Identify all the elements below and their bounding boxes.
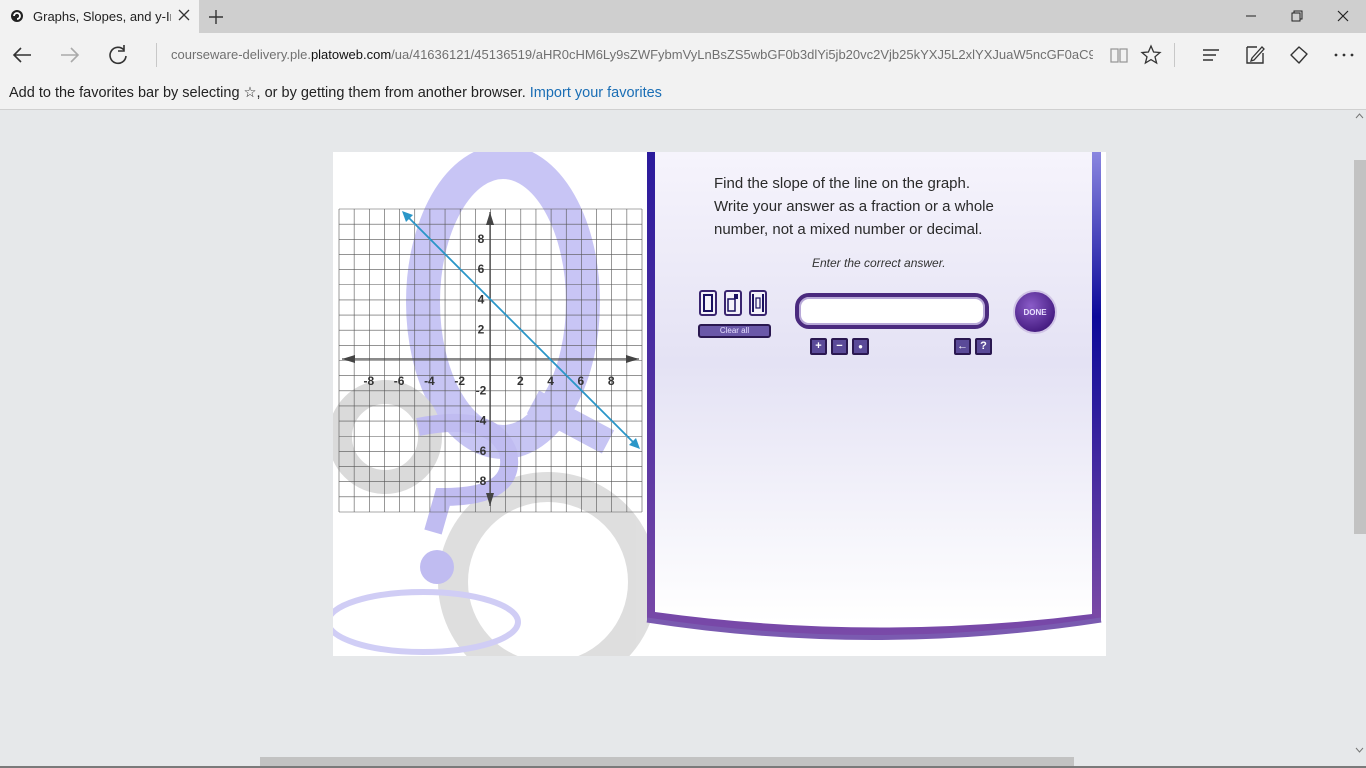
- scroll-up-icon[interactable]: [1355, 112, 1364, 120]
- fraction-icon: [703, 294, 713, 312]
- y-tick-label: 8: [478, 232, 485, 246]
- y-tick-label: -2: [476, 383, 487, 397]
- share-icon[interactable]: [1288, 44, 1310, 66]
- clear-all-button[interactable]: Clear all: [698, 324, 771, 338]
- import-favorites-link[interactable]: Import your favorites: [530, 85, 662, 101]
- answer-input[interactable]: [795, 293, 989, 329]
- plus-button[interactable]: +: [810, 338, 827, 355]
- x-tick-label: 4: [547, 374, 554, 388]
- question-line-2: Write your answer as a fraction or a who…: [714, 198, 994, 215]
- y-tick-label: 2: [478, 323, 485, 337]
- refresh-icon[interactable]: [107, 44, 129, 66]
- scroll-down-icon[interactable]: [1355, 746, 1364, 754]
- help-button[interactable]: ?: [975, 338, 992, 355]
- tab-title: Graphs, Slopes, and y-Ir: [33, 9, 171, 24]
- reading-view-icon[interactable]: [1108, 44, 1130, 66]
- absolute-value-icon: [752, 294, 764, 312]
- x-tick-label: -8: [363, 374, 374, 388]
- tab-active[interactable]: Graphs, Slopes, and y-Ir: [0, 0, 199, 33]
- minus-button[interactable]: −: [831, 338, 848, 355]
- x-tick-label: 8: [608, 374, 615, 388]
- url-path: /ua/41636121/45136519/aHR0cHM6Ly9sZWFybm…: [391, 47, 1093, 62]
- x-tick-label: -4: [424, 374, 435, 388]
- x-tick-label: -2: [454, 374, 465, 388]
- url-prefix: courseware-delivery.ple.: [171, 47, 311, 62]
- y-tick-label: -6: [476, 444, 487, 458]
- forward-arrow-icon[interactable]: [59, 44, 81, 66]
- minimize-icon[interactable]: [1243, 8, 1259, 24]
- favorites-message: Add to the favorites bar by selecting ☆,…: [9, 85, 662, 101]
- exponent-icon: [727, 294, 738, 312]
- x-tick-label: 6: [578, 374, 585, 388]
- web-note-icon[interactable]: [1244, 44, 1266, 66]
- fraction-tool-button[interactable]: [699, 290, 717, 316]
- navigation-bar: courseware-delivery.ple.platoweb.com/ua/…: [0, 33, 1366, 77]
- vertical-scrollbar-thumb[interactable]: [1354, 160, 1366, 534]
- hub-icon[interactable]: [1200, 44, 1222, 66]
- x-tick-label: 2: [517, 374, 524, 388]
- y-tick-label: -4: [476, 414, 487, 428]
- close-tab-icon[interactable]: [177, 8, 191, 22]
- dot-button[interactable]: ●: [852, 338, 869, 355]
- x-tick-label: -6: [394, 374, 405, 388]
- favorites-bar: Add to the favorites bar by selecting ☆,…: [0, 77, 1366, 110]
- y-tick-label: 6: [478, 262, 485, 276]
- done-button[interactable]: DONE: [1013, 290, 1057, 334]
- close-window-icon[interactable]: [1335, 8, 1351, 24]
- y-tick-label: 4: [478, 292, 485, 306]
- question-text: Find the slope of the line on the graph.…: [714, 172, 1034, 241]
- back-arrow-icon[interactable]: [11, 44, 33, 66]
- question-line-1: Find the slope of the line on the graph.: [714, 175, 971, 192]
- more-options-icon[interactable]: [1333, 44, 1355, 66]
- site-favicon-icon: [11, 10, 23, 22]
- new-tab-icon[interactable]: [207, 8, 225, 26]
- exponent-tool-button[interactable]: [724, 290, 742, 316]
- horizontal-scrollbar-thumb[interactable]: [260, 757, 1074, 766]
- restore-icon[interactable]: [1289, 8, 1305, 24]
- favorite-star-icon[interactable]: [1140, 44, 1162, 66]
- y-tick-label: -8: [476, 474, 487, 488]
- url-host: platoweb.com: [310, 47, 392, 62]
- lesson-content: -8 -6 -4 -2 2 4 6 8 8 6 4 2 -2 -4 -6 -8: [333, 152, 1106, 656]
- tab-strip: Graphs, Slopes, and y-Ir: [0, 0, 1366, 33]
- backspace-button[interactable]: ←: [954, 338, 971, 355]
- toolbar-separator: [1174, 43, 1175, 67]
- question-line-3: number, not a mixed number or decimal.: [714, 221, 983, 238]
- address-bar[interactable]: courseware-delivery.ple.platoweb.com/ua/…: [171, 47, 1093, 62]
- absolute-value-tool-button[interactable]: [749, 290, 767, 316]
- favorites-text: Add to the favorites bar by selecting ☆,…: [9, 85, 526, 101]
- instruction-text: Enter the correct answer.: [812, 256, 946, 270]
- address-separator: [156, 43, 157, 67]
